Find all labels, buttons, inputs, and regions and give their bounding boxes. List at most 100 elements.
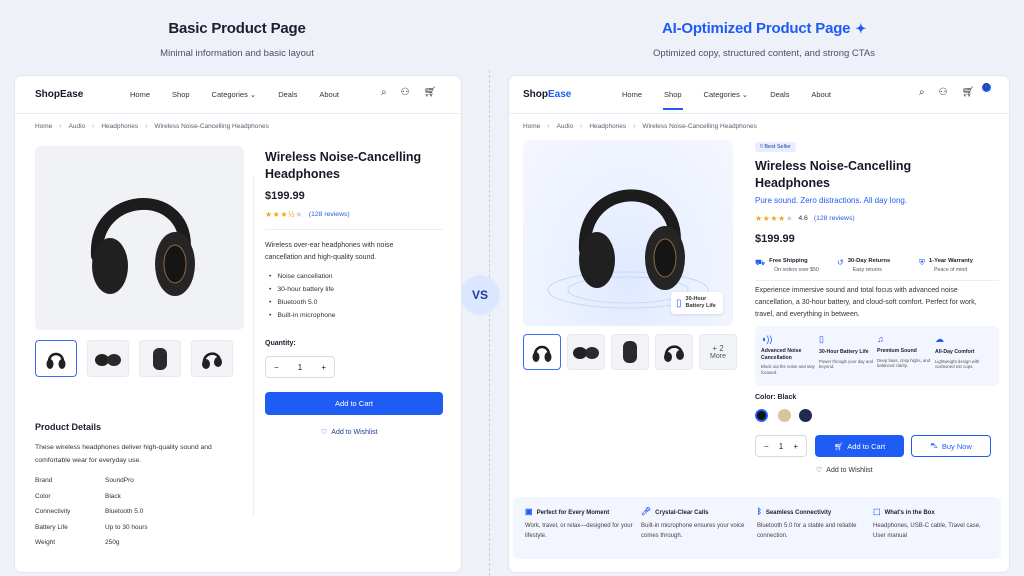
breadcrumb-current: Wireless Noise-Cancelling Headphones [154,123,269,130]
breadcrumb-audio[interactable]: Audio [557,123,574,130]
battery-icon: ▯ [819,334,824,344]
add-to-cart-button[interactable]: 🛒︎ Add to Cart [815,435,904,457]
product-price: $199.99 [265,190,305,202]
highlight-item: ⬚ What's in the Box Headphones, USB-C cabl… [873,507,981,539]
nav-home[interactable]: Home [130,90,150,99]
product-description: Wireless over-ear headphones with noise … [265,242,394,261]
return-icon: ↺ [837,258,844,267]
add-to-wishlist-link[interactable]: ♡ Add to Wishlist [321,428,378,437]
quantity-label: Quantity: [265,340,296,347]
search-icon[interactable]: ⌕ [919,87,925,98]
box-icon: ⬚ [873,507,881,516]
ai-page-heading: AI-Optimized Product Page ✦ [661,20,867,37]
cart-icon[interactable]: 🛒︎ 0 [962,83,991,98]
spec-table: Brand SoundPro Color Black Connectivity Blu… [35,477,148,555]
minus-button[interactable]: − [764,442,769,451]
feature-item: Built-in microphone [269,312,335,319]
nav-about[interactable]: About [811,90,831,99]
quantity-stepper[interactable]: − 1 + [755,435,807,457]
cart-icon[interactable]: 🛒︎ [424,87,437,98]
sound-icon: ♫ [877,334,884,344]
thumbnail-2[interactable] [567,334,605,370]
nav-shop[interactable]: Shop [663,90,683,110]
feature-item: 30-hour battery life [269,286,336,293]
thumbnail-1[interactable] [35,340,77,377]
buy-now-button[interactable]: ⛍ Buy Now [911,435,991,457]
benefits-row: ⛟ Free Shipping On orders over $50 ↺ 30-Day… [755,258,1001,273]
breadcrumb: Home › Audio › Headphones › Wireless Noise-… [523,123,757,130]
highlight-item: ▣ Perfect for Every Moment Work, travel, o… [525,507,633,539]
product-title: Wireless Noise-Cancelling Headphones [755,159,912,190]
nav-shop[interactable]: Shop [172,90,190,99]
feature-card: ◖)) Advanced Noise Cancellation Block out … [761,334,819,378]
quantity-stepper[interactable]: − 1 + [265,356,335,378]
basic-page-heading: Basic Product Page [168,20,306,37]
logo[interactable]: ShopEase [35,89,83,100]
reviews-link[interactable]: (128 reviews) [814,215,855,222]
spec-row: Brand SoundPro [35,477,134,484]
breadcrumb-home[interactable]: Home [35,123,52,130]
rating-stars: ★★★½ ★ (128 reviews) [265,210,350,219]
product-image[interactable] [35,146,244,330]
quantity-value[interactable]: 1 [298,363,302,372]
minus-button[interactable]: − [274,363,279,372]
add-to-wishlist-link[interactable]: ♡ Add to Wishlist [816,466,873,475]
highlight-item: ᛒ Seamless Connectivity Bluetooth 5.0 for … [757,507,857,539]
bag-icon: ⛍ [930,441,938,450]
rating-value: 4.6 [798,215,808,222]
breadcrumb-home[interactable]: Home [523,123,540,130]
breadcrumb-current: Wireless Noise-Cancelling Headphones [642,123,757,130]
quantity-value[interactable]: 1 [779,442,783,451]
thumbnail-3[interactable] [139,340,181,377]
breadcrumb: Home › Audio › Headphones › Wireless Noise-… [35,123,269,130]
nav-deals[interactable]: Deals [278,90,297,99]
thumbnail-4[interactable] [191,340,233,377]
ai-page-header: AI-Optimized Product Page ✦ Optimized cop… [516,20,1012,59]
color-swatch-black[interactable] [754,408,769,423]
ai-page-subheading: Optimized copy, structured content, and … [653,48,875,59]
breadcrumb-headphones[interactable]: Headphones [589,123,626,130]
lifestyle-icon: ▣ [525,507,533,516]
breadcrumb-audio[interactable]: Audio [69,123,86,130]
nav-categories[interactable]: Categories ⌄ [704,90,749,99]
highlight-item: 🎤︎ Crystal-Clear Calls Built-in microphone… [641,507,745,539]
comparison-divider [489,70,490,576]
user-icon[interactable]: ⚇ [939,87,948,98]
basic-page-subheading: Minimal information and basic layout [160,48,314,59]
nav-about[interactable]: About [319,90,339,99]
user-icon[interactable]: ⚇ [401,87,410,98]
color-swatch-navy[interactable] [799,409,812,422]
spec-row: Connectivity Bluetooth 5.0 [35,508,144,515]
benefit-item: ⛨ 1-Year Warranty Peace of mind [919,258,973,273]
nav-links: Home Shop Categories ⌄ Deals About [130,90,361,99]
best-seller-badge: ⌑ Best Seller [755,142,796,152]
thumbnail-2[interactable] [87,340,129,377]
product-price: $199.99 [755,233,795,245]
comfort-icon: ☁ [935,334,944,344]
color-swatch-beige[interactable] [778,409,791,422]
nav-home[interactable]: Home [622,90,642,99]
navbar: ShopEase Home Shop Categories ⌄ Deals Ab… [15,76,461,114]
thumbnail-1[interactable] [523,334,561,370]
thumbnail-3[interactable] [611,334,649,370]
shield-icon: ⛨ [919,258,925,267]
feature-list: Noise cancellation 30-hour battery life … [269,273,336,325]
thumbnail-4[interactable] [655,334,693,370]
plus-button[interactable]: + [321,363,326,372]
navbar: ShopEase Home Shop Categories ⌄ Deals Ab… [509,76,1009,114]
column-separator [253,176,254,516]
nav-deals[interactable]: Deals [770,90,789,99]
reviews-link[interactable]: (128 reviews) [309,211,350,218]
add-to-cart-button[interactable]: Add to Cart [265,392,443,415]
logo[interactable]: ShopEase [523,89,571,100]
plus-button[interactable]: + [793,442,798,451]
breadcrumb-headphones[interactable]: Headphones [101,123,138,130]
search-icon[interactable]: ⌕ [381,87,387,98]
vs-badge: VS [460,275,500,315]
nav-categories[interactable]: Categories ⌄ [212,90,257,99]
more-thumbnails-button[interactable]: + 2 More [699,334,737,370]
spec-row: Weight 250g [35,539,120,546]
product-tagline: Pure sound. Zero distractions. All day l… [755,196,908,205]
feature-card: ▯ 30-Hour Battery Life Power through your … [819,334,877,378]
spec-row: Battery Life Up to 30 hours [35,523,148,531]
